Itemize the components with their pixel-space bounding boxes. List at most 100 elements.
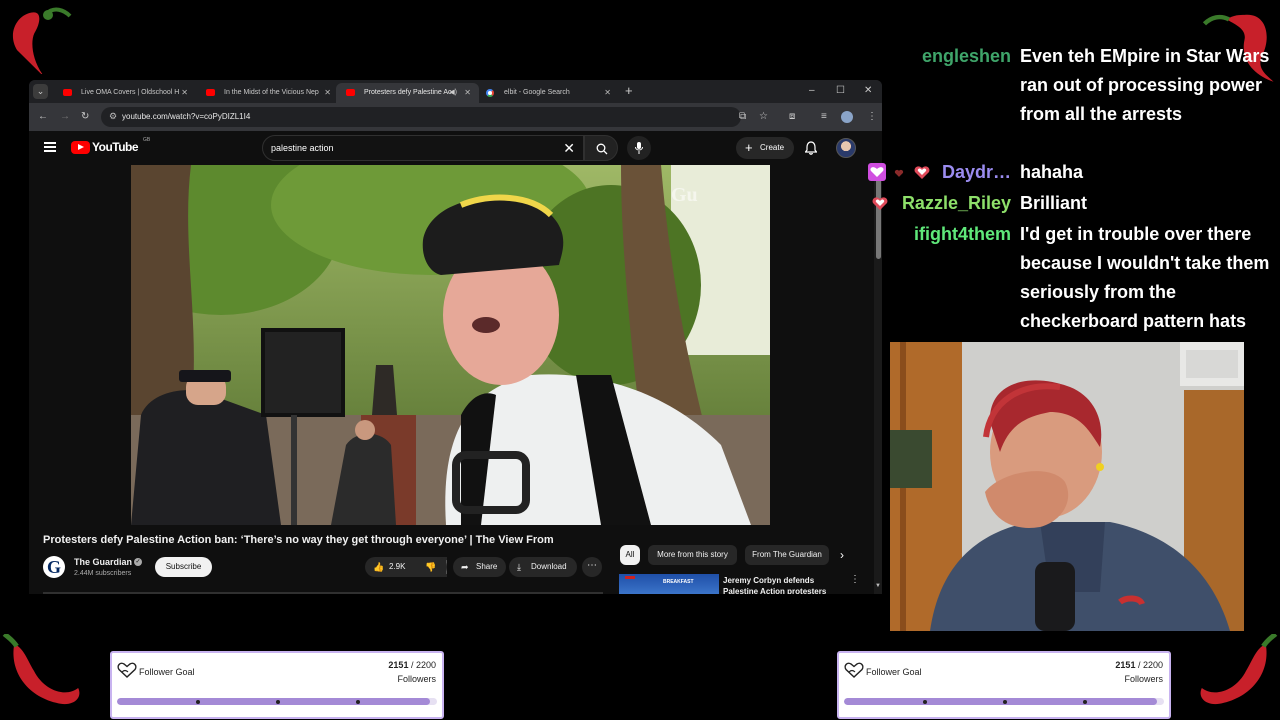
logo-text: YouTube: [92, 140, 139, 154]
video-title: Protesters defy Palestine Action ban: ‘T…: [43, 534, 554, 546]
goal-unit: Followers: [1124, 674, 1163, 684]
recommended-more-icon[interactable]: ⋮: [850, 574, 860, 585]
share-arrow-icon: ➦: [461, 562, 469, 572]
tab-oma-covers[interactable]: Live OMA Covers | Oldschool H ✕: [53, 83, 196, 103]
goal-progress-fill: [117, 698, 430, 705]
chat-text: I'd get in trouble over there because I …: [1020, 224, 1270, 331]
channel-name[interactable]: The Guardian: [74, 557, 132, 567]
tab-vicious-nep[interactable]: In the Midst of the Vicious Nep ✕: [196, 83, 339, 103]
extensions-icon[interactable]: ⧈: [789, 110, 795, 124]
goal-label: Follower Goal: [866, 667, 922, 677]
tab-label: Live OMA Covers | Oldschool H: [81, 89, 180, 96]
create-label: Create: [760, 143, 785, 152]
heart-outline-icon: [844, 662, 864, 678]
youtube-favicon-icon: [206, 89, 215, 96]
close-window-button[interactable]: ✕: [864, 85, 872, 97]
recommended-title[interactable]: Jeremy Corbyn defends Palestine Action p…: [723, 575, 843, 594]
share-button[interactable]: ➦ Share: [453, 557, 506, 577]
speaker-icon[interactable]: ◀): [449, 83, 457, 103]
notifications-bell-icon[interactable]: [805, 141, 817, 155]
chip-all[interactable]: All: [620, 545, 640, 565]
browser-menu-icon[interactable]: ⋮: [867, 110, 877, 124]
reload-button[interactable]: ↻: [81, 110, 89, 124]
url-text: youtube.com/watch?v=coPyDIZL1I4: [122, 112, 251, 121]
tab-search-button[interactable]: ⌄: [33, 84, 48, 99]
goal-milestone-dot: [196, 700, 200, 704]
voice-search-button[interactable]: [627, 136, 651, 160]
verified-check-icon: ✓: [134, 558, 142, 566]
description-box-edge: [43, 592, 603, 594]
google-favicon-icon: [486, 89, 494, 97]
plus-icon: +: [745, 140, 753, 155]
youtube-page: YouTube GB palestine action ✕ + Create G…: [29, 131, 882, 594]
search-button[interactable]: [584, 135, 618, 161]
webcam-image: [890, 342, 1244, 631]
subscriber-count: 2.44M subscribers: [74, 570, 132, 577]
tab-protesters-defy[interactable]: Protesters defy Palestine Ac ◀) ✕: [336, 83, 479, 103]
youtube-masthead: YouTube GB palestine action ✕ + Create: [29, 131, 882, 165]
account-avatar[interactable]: [836, 138, 856, 158]
chat-text: hahaha: [1020, 162, 1084, 182]
thumbs-down-icon: 👎: [425, 562, 437, 572]
close-tab-icon[interactable]: ✕: [181, 83, 188, 103]
download-icon: ⤓: [517, 562, 521, 572]
heart-badge-icon: [914, 166, 930, 179]
install-app-icon[interactable]: ⧉: [739, 111, 746, 122]
close-tab-icon[interactable]: ✕: [324, 83, 331, 103]
goal-milestone-dot: [1083, 700, 1087, 704]
goal-label: Follower Goal: [139, 667, 195, 677]
channel-avatar[interactable]: G: [43, 556, 65, 578]
tab-label: Protesters defy Palestine Ac: [364, 89, 452, 96]
forward-button[interactable]: →: [60, 110, 70, 124]
chip-from-guardian[interactable]: From The Guardian: [745, 545, 829, 565]
menu-icon[interactable]: [44, 142, 56, 152]
tab-label: elbit - Google Search: [504, 89, 570, 96]
youtube-play-icon: [71, 141, 90, 154]
video-player[interactable]: Gu: [131, 165, 770, 525]
tab-elbit-search[interactable]: elbit - Google Search ✕: [476, 83, 619, 103]
goal-milestone-dot: [1003, 700, 1007, 704]
close-tab-icon[interactable]: ✕: [604, 83, 611, 103]
clear-search-icon[interactable]: ✕: [563, 136, 575, 160]
scroll-down-arrow-icon[interactable]: ▼: [875, 583, 881, 589]
chat-username[interactable]: Razzle_Riley: [902, 193, 1011, 214]
chat-username[interactable]: Daydr…: [942, 162, 1011, 183]
page-scrollbar-thumb[interactable]: [876, 169, 881, 259]
chat-text: Brilliant: [1020, 193, 1088, 213]
dislike-button[interactable]: 👎: [417, 557, 447, 577]
bookmark-star-icon[interactable]: ☆: [759, 111, 768, 122]
chili-pepper-icon: [12, 7, 72, 74]
close-tab-icon[interactable]: ✕: [464, 83, 471, 103]
site-info-icon[interactable]: ⚙: [109, 111, 117, 122]
minimize-button[interactable]: –: [809, 85, 815, 97]
download-button[interactable]: ⤓ Download: [509, 557, 577, 577]
search-input[interactable]: palestine action ✕: [262, 135, 584, 161]
follower-goal-widget: Follower Goal 2151 / 2200 Followers: [110, 651, 444, 719]
media-controls-icon[interactable]: ≡: [821, 110, 827, 124]
bbc-logo-mark: [625, 576, 635, 579]
small-heart-badge-icon: [894, 169, 904, 177]
address-bar[interactable]: ⚙ youtube.com/watch?v=coPyDIZL1I4 ⧉ ☆: [101, 107, 768, 127]
profile-avatar[interactable]: [841, 111, 853, 123]
tab-bar: ⌄ Live OMA Covers | Oldschool H ✕ In the…: [29, 80, 882, 103]
create-button[interactable]: + Create: [736, 137, 794, 159]
back-button[interactable]: ←: [38, 110, 48, 124]
follower-goal-widget: Follower Goal 2151 / 2200 Followers: [837, 651, 1171, 719]
country-code: GB: [143, 137, 151, 143]
recommended-thumbnail[interactable]: BREAKFAST: [619, 574, 719, 594]
chevron-right-icon[interactable]: ›: [840, 545, 844, 565]
browser-toolbar: ← → ↻ ⚙ youtube.com/watch?v=coPyDIZL1I4 …: [29, 103, 882, 131]
video-watermark: Gu: [671, 184, 698, 206]
more-actions-button[interactable]: ⋯: [582, 557, 602, 577]
thumbnail-label: BREAKFAST: [663, 579, 694, 585]
chip-more-from-story[interactable]: More from this story: [648, 545, 737, 565]
chat-username[interactable]: engleshen: [922, 46, 1011, 67]
goal-target: / 2200: [410, 660, 436, 670]
chat-username[interactable]: ifight4them: [914, 224, 1011, 245]
maximize-button[interactable]: ☐: [836, 85, 845, 97]
youtube-favicon-icon: [63, 89, 72, 96]
new-tab-button[interactable]: +: [625, 84, 633, 98]
like-count: 2.9K: [389, 562, 406, 571]
subscribe-button[interactable]: Subscribe: [155, 557, 212, 577]
goal-progress-fill: [844, 698, 1157, 705]
